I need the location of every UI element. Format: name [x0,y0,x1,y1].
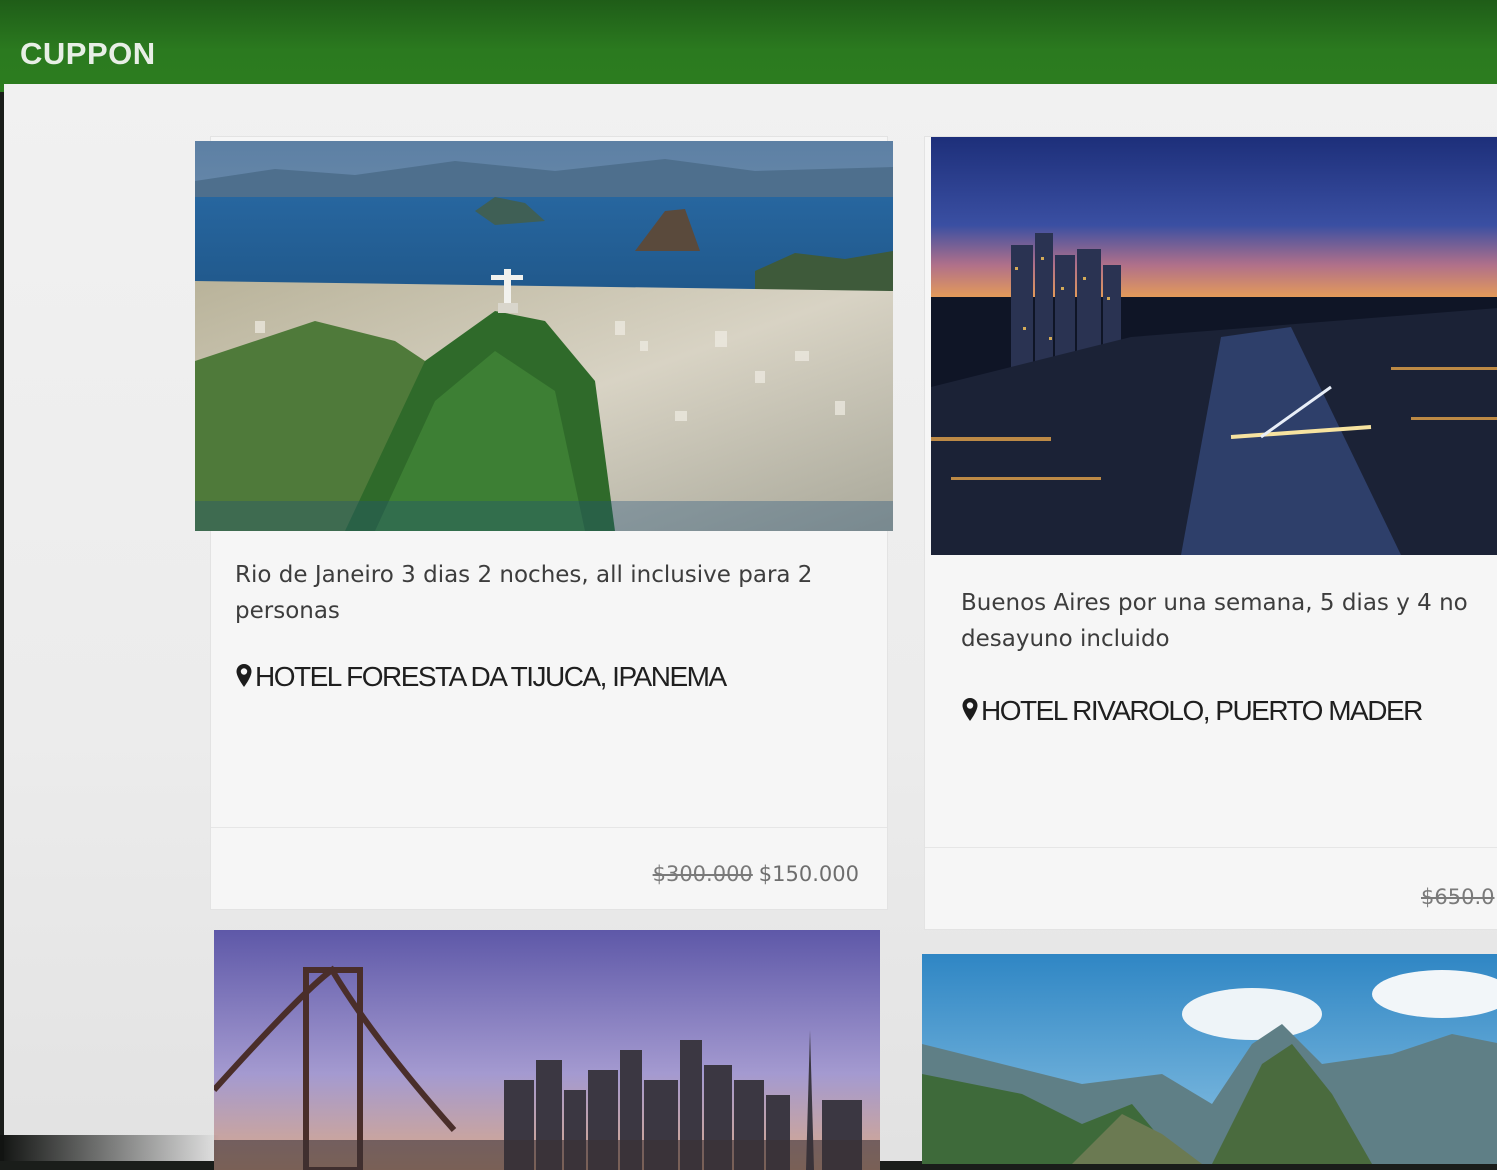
deal-card-buenos-aires[interactable]: Buenos Aires por una semana, 5 dias y 4 … [924,136,1497,930]
card-divider [211,827,887,828]
deal-location: HOTEL RIVAROLO, PUERTO MADER [961,695,1423,727]
screen-bezel [0,1135,220,1161]
original-price: $650.0 [1421,885,1495,909]
deal-price: $650.0 [1421,885,1494,909]
machu-picchu-photo[interactable] [922,954,1497,1164]
deal-location: HOTEL FORESTA DA TIJUCA, IPANEMA [235,661,727,693]
top-app-bar: CUPPON [0,0,1497,92]
deal-description: Buenos Aires por una semana, 5 dias y 4 … [961,590,1468,652]
deal-location-text: HOTEL FORESTA DA TIJUCA, IPANEMA [255,661,727,692]
deal-description: Rio de Janeiro 3 dias 2 noches, all incl… [235,562,813,624]
buenos-aires-photo[interactable] [931,137,1497,555]
rio-de-janeiro-photo[interactable] [195,141,893,531]
deal-card-machu-picchu[interactable] [922,954,1497,1164]
deal-price: $300.000 $150.000 [653,862,859,886]
deal-card-rio[interactable]: Rio de Janeiro 3 dias 2 noches, all incl… [195,136,893,910]
san-francisco-photo[interactable] [214,930,880,1170]
original-price: $300.000 [652,862,753,886]
discount-price: $150.000 [758,862,859,886]
deal-location-text: HOTEL RIVAROLO, PUERTO MADER [981,695,1423,726]
card-divider [925,847,1497,848]
deal-card-san-francisco[interactable] [214,930,882,1170]
map-pin-icon [236,664,252,687]
brand-logo[interactable]: CUPPON [20,36,156,72]
map-pin-icon [962,698,978,721]
deals-grid: Rio de Janeiro 3 dias 2 noches, all incl… [4,84,1497,1170]
